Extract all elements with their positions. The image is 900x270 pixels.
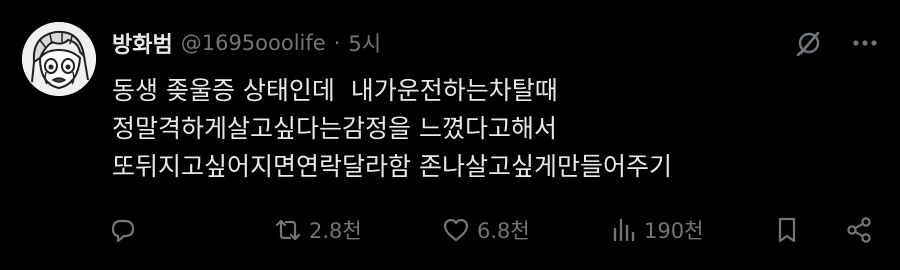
post-card[interactable]: 방화범 @1695ooolife · 5시 동생 좆울증 상태인데 내가운전하는… xyxy=(0,0,900,270)
avatar-image xyxy=(22,22,96,96)
post-text-line: 정말격하게살고싶다는감정을 느꼈다고해서 xyxy=(112,114,557,143)
reply-icon xyxy=(111,219,135,243)
post-text-line: 동생 좆울증 상태인데 내가운전하는차탈때 xyxy=(112,76,558,105)
avatar[interactable] xyxy=(22,22,96,96)
repost-button[interactable]: 2.8천 xyxy=(273,210,362,250)
post-header: 방화범 @1695ooolife · 5시 xyxy=(112,26,381,60)
post-text-line: 또뒤지고싶어지면연락달라함 존나살고싶게만들어주기 xyxy=(112,152,672,181)
post-text: 동생 좆울증 상태인데 내가운전하는차탈때 정말격하게살고싶다는감정을 느꼈다고… xyxy=(112,72,872,186)
post-top-actions xyxy=(794,28,878,58)
bookmark-button[interactable] xyxy=(772,210,802,250)
header-separator: · xyxy=(333,31,341,55)
author-display-name[interactable]: 방화범 xyxy=(112,27,173,59)
more-icon[interactable] xyxy=(852,28,878,58)
views-button[interactable]: 190천 xyxy=(608,210,703,250)
share-icon xyxy=(847,217,871,243)
views-count: 190천 xyxy=(644,219,704,243)
author-handle[interactable]: @1695ooolife xyxy=(181,31,326,55)
repost-count: 2.8천 xyxy=(309,219,362,243)
grok-icon[interactable] xyxy=(794,28,824,58)
views-icon xyxy=(613,218,635,242)
share-button[interactable] xyxy=(844,210,874,250)
post-actions-bar: 2.8천 6.8천 190천 xyxy=(108,210,878,250)
reply-button[interactable] xyxy=(108,210,144,250)
heart-icon xyxy=(443,218,469,242)
post-timestamp[interactable]: 5시 xyxy=(348,28,381,58)
repost-icon xyxy=(275,219,301,241)
bookmark-icon xyxy=(778,217,796,243)
like-count: 6.8천 xyxy=(477,219,530,243)
like-button[interactable]: 6.8천 xyxy=(441,210,530,250)
